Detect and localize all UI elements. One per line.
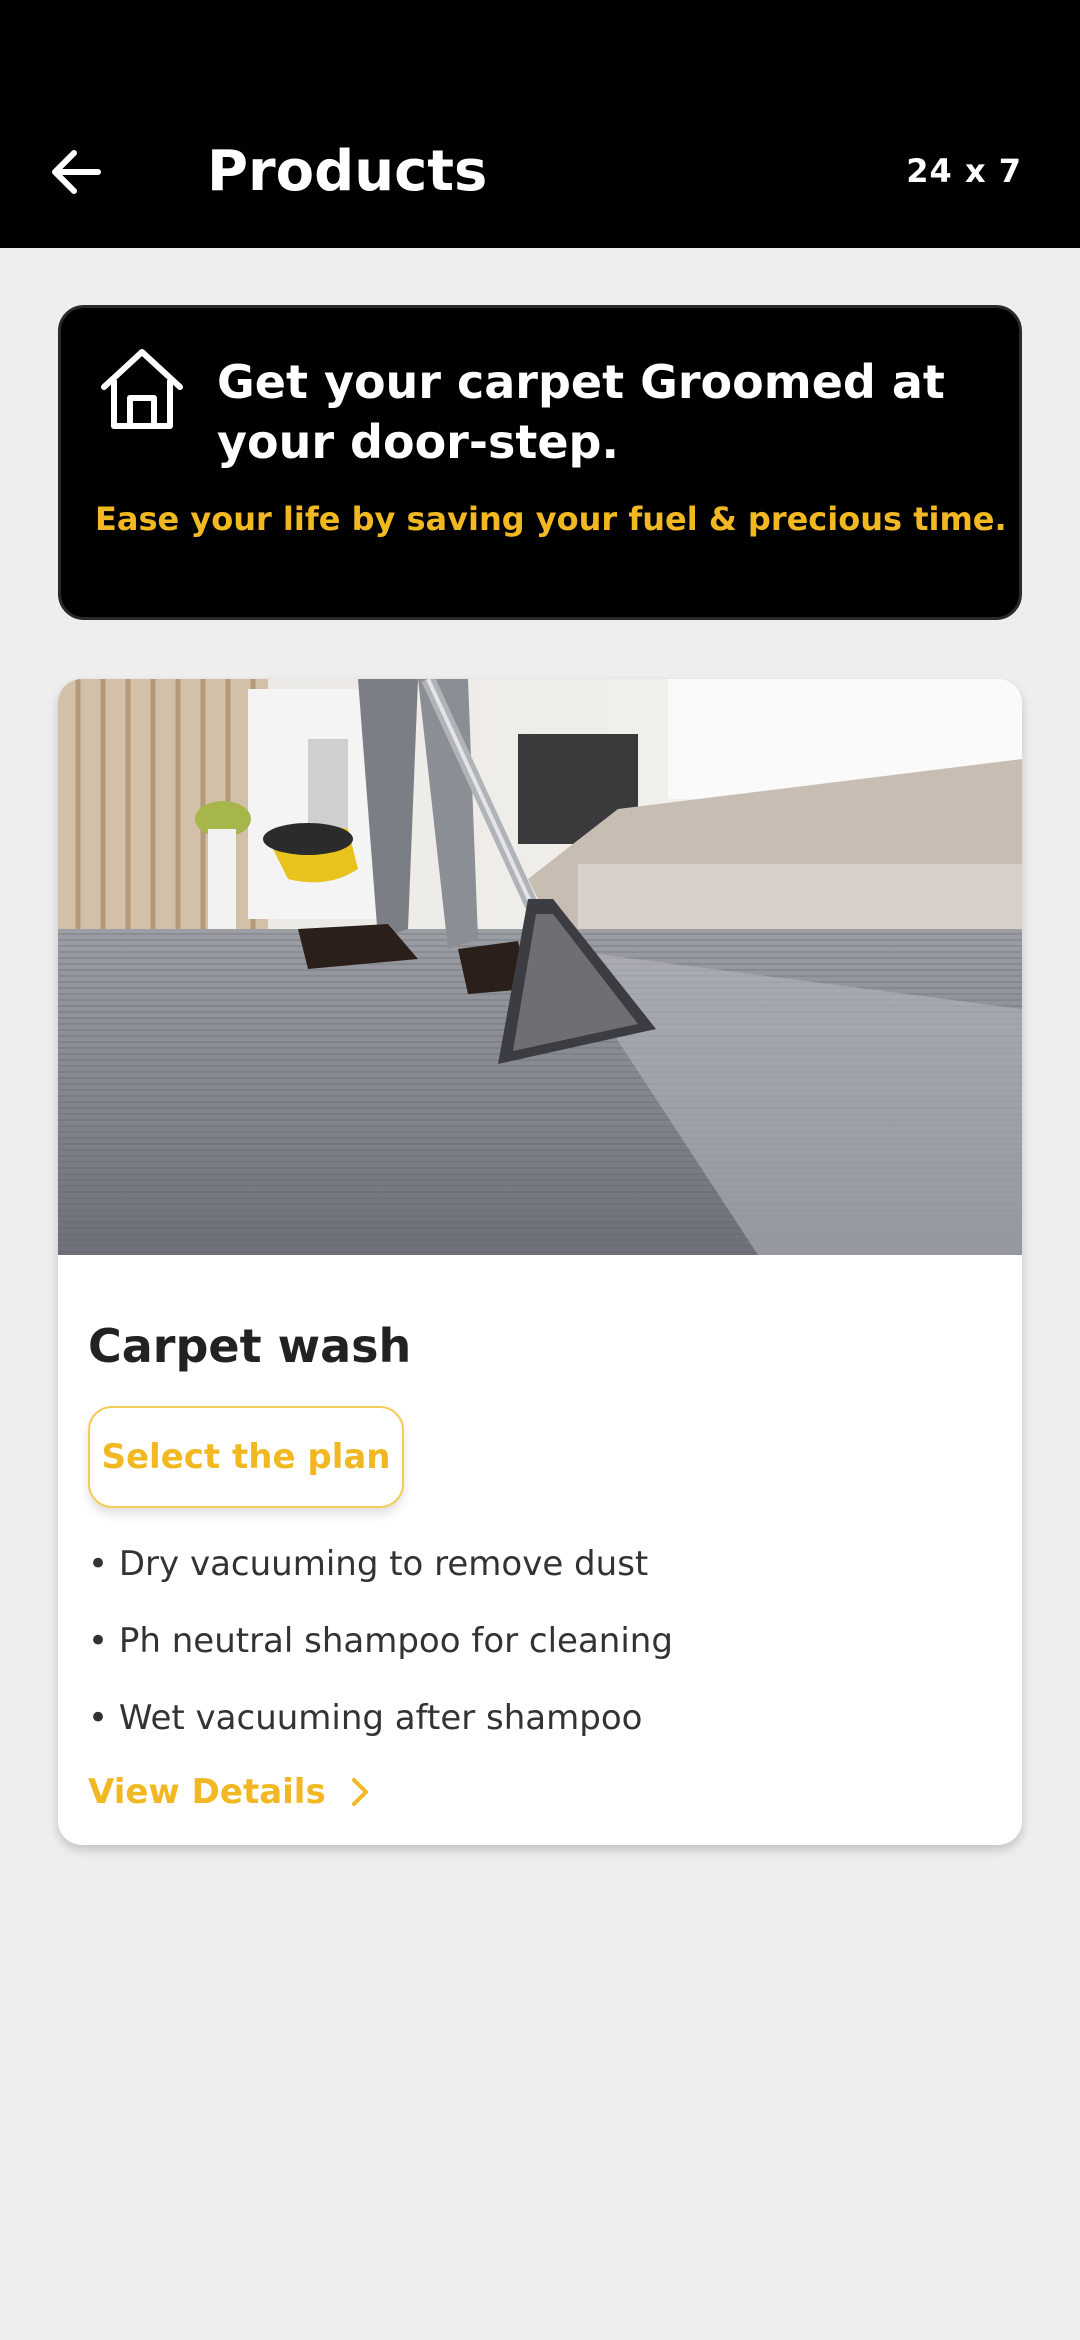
banner-headline: Get your carpet Groomed at your door-ste… [217, 355, 945, 469]
list-item: • Wet vacuuming after shampoo [88, 1698, 643, 1738]
carpet-cleaning-photo [58, 679, 1022, 1255]
home-icon [101, 349, 183, 429]
back-button[interactable] [40, 136, 112, 208]
arrow-left-icon [52, 150, 101, 194]
view-details-label: View Details [88, 1772, 326, 1812]
banner-subtext: Ease your life by saving your fuel & pre… [95, 500, 1007, 538]
availability-label: 24 x 7 [906, 152, 1022, 190]
list-item: • Ph neutral shampoo for cleaning [88, 1621, 673, 1661]
list-item: • Dry vacuuming to remove dust [88, 1544, 649, 1584]
app-bar: Products 24 x 7 [0, 110, 1080, 248]
product-card: Carpet wash Select the plan • Dry vacuum… [58, 679, 1022, 1845]
select-plan-button[interactable]: Select the plan [88, 1406, 404, 1508]
product-title: Carpet wash [88, 1319, 412, 1373]
page-title: Products [207, 139, 488, 204]
promo-banner: Get your carpet Groomed at your door-ste… [58, 305, 1022, 620]
view-details-link[interactable]: View Details [88, 1772, 378, 1812]
feature-list: • Dry vacuuming to remove dust • Ph neut… [88, 1541, 673, 1772]
chevron-right-icon [351, 1778, 368, 1806]
status-bar [0, 0, 1080, 110]
